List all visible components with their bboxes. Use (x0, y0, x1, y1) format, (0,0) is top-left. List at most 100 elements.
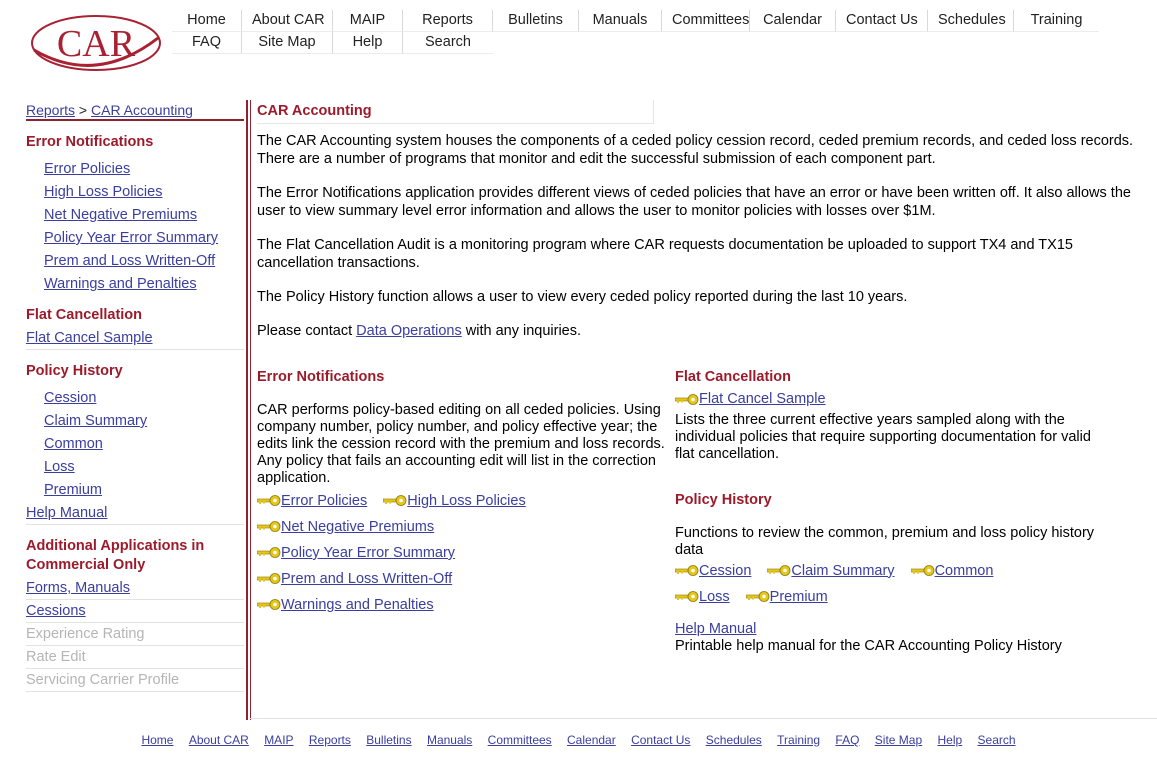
intro-paragraph: The CAR Accounting system houses the com… (257, 133, 1134, 167)
sidebar: Reports > CAR Accounting Error Notificat… (26, 100, 244, 692)
sidebar-item-error-policies[interactable]: Error Policies (26, 158, 244, 181)
warnings-and-penalties-link[interactable]: Warnings and Penalties (257, 593, 434, 617)
sidebar-item-policy-year-error-summary[interactable]: Policy Year Error Summary (26, 227, 244, 250)
policy-links-row-2: Loss Premium (675, 585, 1095, 611)
error-notifications-section: Error Notifications CAR performs policy-… (257, 368, 667, 619)
net-negative-premiums-label: Net Negative Premiums (281, 519, 435, 535)
sidebar-item-net-negative-premiums[interactable]: Net Negative Premiums (26, 204, 244, 227)
contact-suffix: with any inquiries. (461, 323, 582, 339)
error-notifications-description: The Error Notifications application prov… (257, 185, 1131, 219)
help-manual-link[interactable]: Help Manual (675, 621, 756, 637)
nav-maip[interactable]: MAIP (333, 10, 403, 32)
nav-help[interactable]: Help (333, 32, 403, 54)
breadcrumb-reports[interactable]: Reports (26, 102, 75, 118)
sidebar-item-high-loss-policies[interactable]: High Loss Policies (26, 181, 244, 204)
car-logo[interactable]: CAR (28, 12, 164, 74)
key-icon (383, 495, 407, 506)
data-operations-link[interactable]: Data Operations (356, 323, 462, 339)
sidebar-item-help-manual[interactable]: Help Manual (26, 502, 244, 525)
footer-contact-us[interactable]: Contact Us (631, 733, 690, 747)
nav-manuals[interactable]: Manuals (579, 10, 662, 32)
top-nav-row-1: Home About CAR MAIP Reports Bulletins Ma… (172, 10, 1099, 32)
warnings-and-penalties-label: Warnings and Penalties (281, 597, 434, 613)
sidebar-item-loss[interactable]: Loss (26, 456, 244, 479)
footer-site-map[interactable]: Site Map (875, 733, 922, 747)
claim-summary-link[interactable]: Claim Summary (767, 559, 895, 583)
nav-faq[interactable]: FAQ (172, 32, 242, 54)
nav-committees[interactable]: Committees (662, 10, 750, 32)
sidebar-item-claim-summary[interactable]: Claim Summary (26, 410, 244, 433)
footer-faq[interactable]: FAQ (835, 733, 859, 747)
policy-links-row-1: Cession Claim Summary Common (675, 559, 1095, 585)
error-links-row-4: Prem and Loss Written-Off (257, 567, 667, 593)
error-links-row-2: Net Negative Premiums (257, 515, 667, 541)
error-policies-link[interactable]: Error Policies (257, 489, 367, 513)
footer-schedules[interactable]: Schedules (706, 733, 762, 747)
footer-divider (249, 718, 1157, 719)
flat-cancel-sample-link[interactable]: Flat Cancel Sample (675, 390, 826, 409)
sidebar-item-forms-manuals[interactable]: Forms, Manuals (26, 577, 244, 600)
nav-bulletins[interactable]: Bulletins (493, 10, 579, 32)
right-column: Flat Cancellation Flat Cancel Sample Lis… (675, 368, 1095, 655)
footer-home[interactable]: Home (141, 733, 173, 747)
footer-search[interactable]: Search (978, 733, 1016, 747)
footer-bulletins[interactable]: Bulletins (366, 733, 411, 747)
breadcrumb-car-accounting[interactable]: CAR Accounting (91, 102, 193, 118)
footer-manuals[interactable]: Manuals (427, 733, 472, 747)
net-negative-premiums-link[interactable]: Net Negative Premiums (257, 515, 434, 539)
footer-calendar[interactable]: Calendar (567, 733, 616, 747)
flat-cancel-sample-label: Flat Cancel Sample (699, 391, 826, 407)
footer-navigation: Home About CAR MAIP Reports Bulletins Ma… (0, 733, 1157, 747)
sidebar-item-rate-edit: Rate Edit (26, 646, 244, 669)
error-notifications-text: CAR performs policy-based editing on all… (257, 402, 665, 486)
flat-cancel-link-row: Flat Cancel Sample (675, 390, 1095, 412)
nav-calendar[interactable]: Calendar (750, 10, 836, 32)
nav-training[interactable]: Training (1014, 10, 1099, 32)
key-icon (910, 564, 935, 576)
key-icon (745, 590, 770, 602)
nav-about-car[interactable]: About CAR (242, 10, 333, 32)
footer-maip[interactable]: MAIP (264, 733, 293, 747)
footer-reports[interactable]: Reports (309, 733, 351, 747)
sidebar-item-premium[interactable]: Premium (26, 479, 244, 502)
error-links-row-3: Policy Year Error Summary (257, 541, 667, 567)
sidebar-item-warnings-and-penalties[interactable]: Warnings and Penalties (26, 273, 244, 296)
sidebar-item-common[interactable]: Common (26, 433, 244, 456)
key-icon (257, 521, 281, 532)
prem-and-loss-written-off-link[interactable]: Prem and Loss Written-Off (257, 567, 452, 591)
footer-training[interactable]: Training (777, 733, 820, 747)
nav-home[interactable]: Home (172, 10, 242, 32)
common-label: Common (934, 562, 994, 579)
sidebar-heading-policy-history: Policy History (26, 363, 123, 379)
sidebar-item-cessions[interactable]: Cessions (26, 600, 244, 623)
sidebar-item-prem-and-loss-written-off[interactable]: Prem and Loss Written-Off (26, 250, 244, 273)
premium-label: Premium (769, 588, 828, 605)
svg-text:CAR: CAR (57, 23, 136, 65)
footer-about-car[interactable]: About CAR (189, 733, 249, 747)
nav-site-map[interactable]: Site Map (242, 32, 333, 54)
premium-link[interactable]: Premium (745, 585, 828, 609)
policy-year-error-summary-label: Policy Year Error Summary (281, 545, 456, 561)
key-icon (675, 590, 699, 602)
breadcrumb: Reports > CAR Accounting (26, 100, 244, 121)
main-content: CAR Accounting The CAR Accounting system… (257, 100, 1142, 340)
nav-search[interactable]: Search (403, 32, 493, 54)
key-icon (257, 547, 281, 558)
high-loss-policies-link[interactable]: High Loss Policies (383, 489, 526, 513)
sidebar-item-cession[interactable]: Cession (26, 387, 244, 410)
error-links-row-5: Warnings and Penalties (257, 593, 667, 619)
common-link[interactable]: Common (910, 559, 994, 583)
footer-help[interactable]: Help (937, 733, 962, 747)
loss-link[interactable]: Loss (675, 585, 730, 609)
nav-schedules[interactable]: Schedules (928, 10, 1014, 32)
policy-year-error-summary-link[interactable]: Policy Year Error Summary (257, 541, 455, 565)
nav-contact-us[interactable]: Contact Us (836, 10, 928, 32)
nav-reports[interactable]: Reports (403, 10, 493, 32)
sidebar-item-flat-cancel-sample[interactable]: Flat Cancel Sample (26, 327, 244, 350)
cession-link[interactable]: Cession (675, 559, 751, 583)
high-loss-policies-label: High Loss Policies (407, 493, 526, 509)
footer-committees[interactable]: Committees (488, 733, 552, 747)
flat-cancellation-heading: Flat Cancellation (675, 369, 792, 385)
sidebar-heading-error-notifications: Error Notifications (26, 134, 154, 150)
policy-history-heading: Policy History (675, 491, 772, 508)
